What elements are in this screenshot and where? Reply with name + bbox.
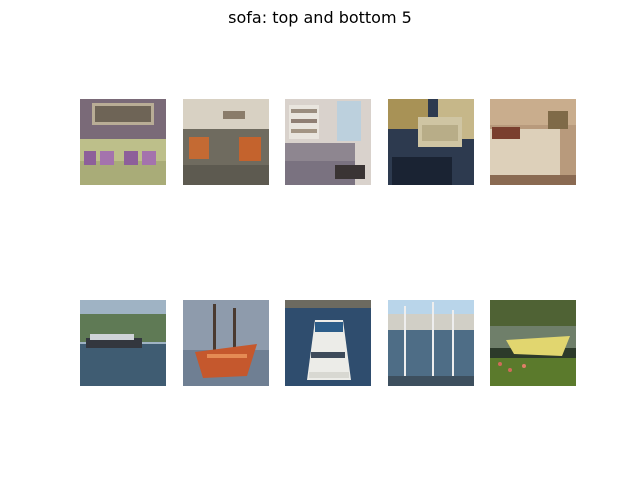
figure-title: sofa: top and bottom 5: [228, 8, 412, 27]
top-image-4: [388, 99, 474, 185]
bottom-image-2: [183, 300, 269, 386]
top-image-3: [285, 99, 371, 185]
top-image-5: [490, 99, 576, 185]
bottom-image-1: [80, 300, 166, 386]
top-image-2: [183, 99, 269, 185]
top-image-1: [80, 99, 166, 185]
bottom-image-5: [490, 300, 576, 386]
bottom-image-3: [285, 300, 371, 386]
bottom-image-4: [388, 300, 474, 386]
